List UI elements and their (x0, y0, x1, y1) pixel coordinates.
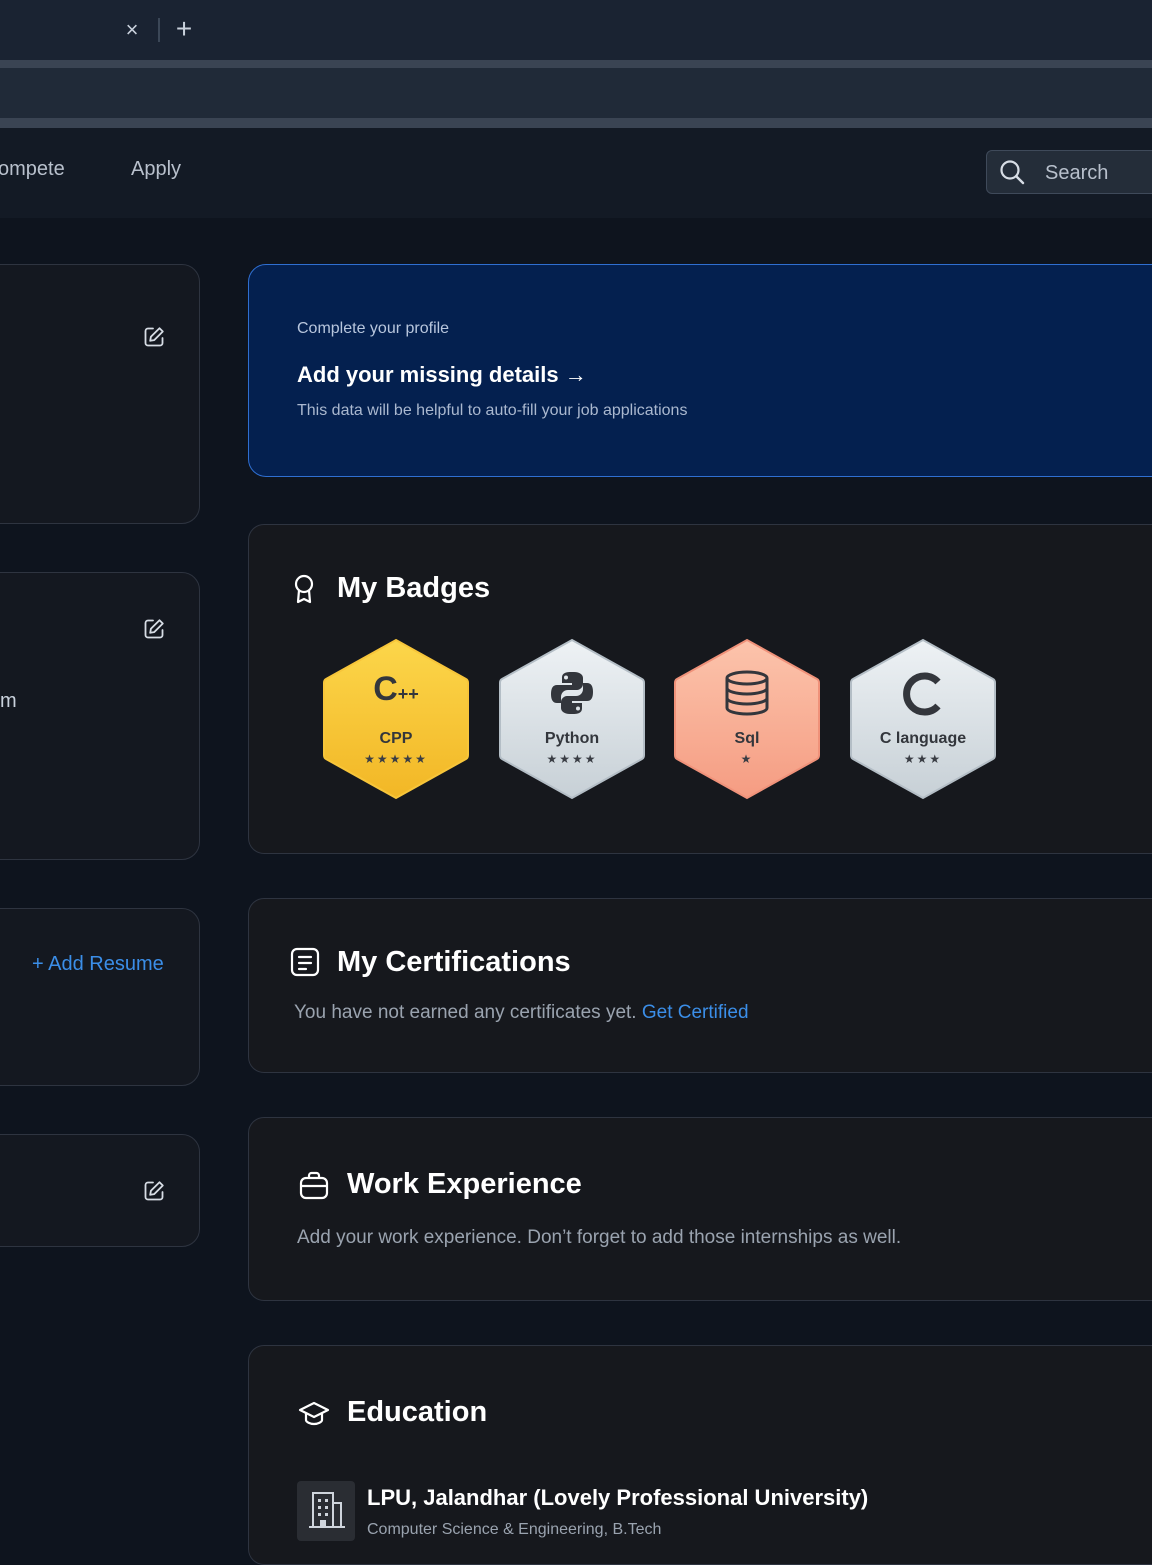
badge-name: Python (544, 730, 600, 747)
institution-name: LPU, Jalandhar (Lovely Professional Univ… (367, 1485, 869, 1510)
profile-prompt-eyebrow: Complete your profile (297, 320, 450, 337)
nav-item-apply[interactable]: Apply (131, 158, 181, 181)
resume-card (0, 908, 200, 1086)
links-card (0, 1134, 200, 1247)
profile-summary-card (0, 264, 200, 524)
truncated-text: m (0, 690, 17, 712)
search-input[interactable]: Search (986, 150, 1152, 194)
certifications-card (248, 898, 1152, 1073)
search-icon (1000, 160, 1025, 185)
certifications-title: My Certifications (337, 946, 571, 978)
tab-separator (158, 18, 160, 42)
badge-stars: ★★★ (903, 752, 943, 766)
badge-cpp[interactable]: C++ CPP ★★★★★ (322, 638, 470, 800)
work-experience-title: Work Experience (347, 1168, 582, 1200)
edit-icon[interactable] (142, 1179, 166, 1203)
badge-sql[interactable]: Sql ★ (673, 638, 821, 800)
get-certified-link[interactable]: Get Certified (642, 1002, 749, 1023)
new-tab-icon[interactable]: + (172, 14, 196, 44)
address-bar[interactable] (0, 68, 1152, 118)
badge-name: C language (879, 730, 967, 747)
badge-python[interactable]: Python ★★★★ (498, 638, 646, 800)
education-title: Education (347, 1396, 488, 1428)
badges-title: My Badges (337, 572, 491, 604)
details-card (0, 572, 200, 860)
briefcase-icon (299, 1171, 329, 1200)
search-placeholder: Search (1045, 162, 1109, 184)
database-icon (673, 670, 821, 720)
python-logo-icon (498, 670, 646, 720)
certifications-empty-text: You have not earned any certificates yet… (294, 1002, 749, 1024)
badge-c-language[interactable]: C language ★★★ (849, 638, 997, 800)
profile-prompt-description: This data will be helpful to auto-fill y… (297, 402, 688, 419)
badge-stars: ★ (740, 752, 754, 766)
chrome-divider (0, 118, 1152, 128)
work-experience-text: Add your work experience. Don’t forget t… (297, 1227, 902, 1248)
chrome-divider (0, 60, 1152, 68)
cpp-logo-icon: C++ (373, 670, 419, 708)
c-logo-icon (849, 670, 997, 720)
badge-stars: ★★★★ (546, 752, 598, 766)
edit-icon[interactable] (142, 617, 166, 641)
award-icon (294, 574, 314, 604)
degree-text: Computer Science & Engineering, B.Tech (367, 1521, 662, 1538)
certificate-icon (290, 947, 320, 977)
certifications-message: You have not earned any certificates yet… (294, 1002, 637, 1023)
badge-name: Sql (734, 730, 760, 747)
badge-stars: ★★★★★ (364, 752, 428, 766)
work-experience-card (248, 1117, 1152, 1301)
add-resume-link[interactable]: + Add Resume (32, 953, 164, 976)
graduation-cap-icon (298, 1401, 330, 1426)
badge-name: CPP (379, 730, 413, 747)
institution-icon (297, 1481, 355, 1541)
tab-close-icon[interactable]: × (121, 16, 143, 44)
add-missing-details-link[interactable]: Add your missing details → (297, 362, 587, 388)
edit-icon[interactable] (142, 325, 166, 349)
nav-item-compete[interactable]: ompete (0, 158, 65, 181)
